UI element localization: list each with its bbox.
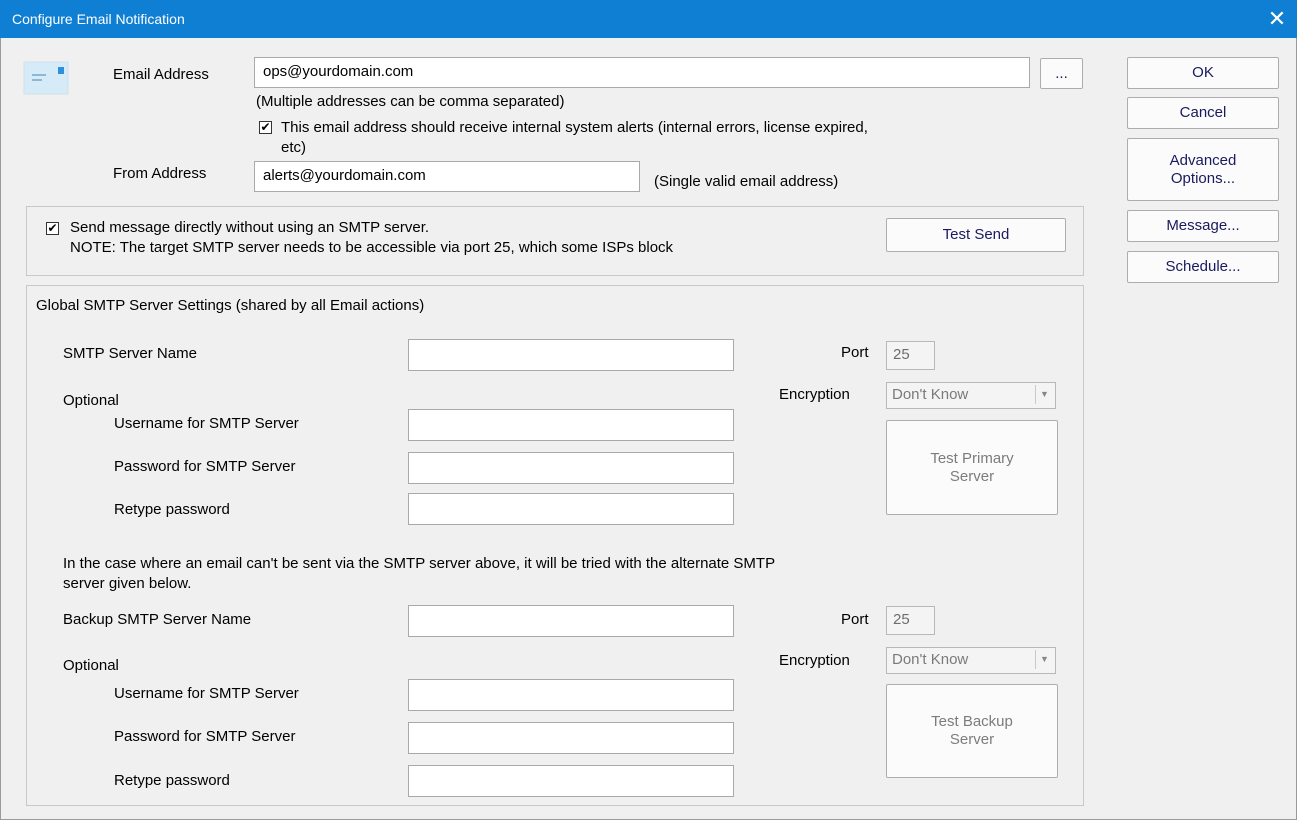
backup-port-input[interactable]: 25 bbox=[886, 606, 935, 635]
chevron-down-icon: ▼ bbox=[1035, 650, 1053, 669]
alerts-checkbox[interactable]: ✔ bbox=[259, 121, 272, 134]
email-address-label: Email Address bbox=[113, 66, 209, 83]
cancel-button[interactable]: Cancel bbox=[1127, 97, 1279, 129]
email-address-input[interactable]: ops@yourdomain.com bbox=[254, 57, 1030, 88]
envelope-icon bbox=[22, 60, 70, 96]
test-primary-server-button[interactable]: Test Primary Server bbox=[886, 420, 1058, 515]
backup-encryption-value: Don't Know bbox=[892, 651, 969, 668]
from-address-input[interactable]: alerts@yourdomain.com bbox=[254, 161, 640, 192]
direct-send-text-line2: NOTE: The target SMTP server needs to be… bbox=[70, 239, 674, 256]
primary-password-label: Password for SMTP Server bbox=[114, 458, 296, 475]
backup-port-label: Port bbox=[841, 611, 869, 628]
check-mark: ✔ bbox=[260, 120, 271, 134]
smtp-group-title: Global SMTP Server Settings (shared by a… bbox=[36, 297, 425, 314]
backup-optional-label: Optional bbox=[63, 657, 119, 674]
primary-username-input[interactable] bbox=[408, 409, 734, 441]
schedule-button[interactable]: Schedule... bbox=[1127, 251, 1279, 283]
close-icon[interactable]: ✕ bbox=[1257, 0, 1297, 38]
backup-encryption-label: Encryption bbox=[779, 652, 850, 669]
primary-password-input[interactable] bbox=[408, 452, 734, 484]
smtp-server-name-label: SMTP Server Name bbox=[63, 345, 197, 362]
backup-note-line1: In the case where an email can't be sent… bbox=[63, 555, 776, 572]
alerts-text-line2: etc) bbox=[281, 139, 307, 156]
test-primary-line2: Server bbox=[949, 467, 995, 485]
from-address-label: From Address bbox=[113, 165, 207, 182]
primary-encryption-value: Don't Know bbox=[892, 386, 969, 403]
test-send-button[interactable]: Test Send bbox=[886, 218, 1066, 252]
browse-button[interactable]: ... bbox=[1040, 58, 1083, 89]
test-backup-line1: Test Backup bbox=[931, 713, 1013, 730]
backup-server-name-label: Backup SMTP Server Name bbox=[63, 611, 252, 628]
advanced-line2: Options... bbox=[1170, 169, 1236, 187]
backup-password-label: Password for SMTP Server bbox=[114, 728, 296, 745]
email-hint: (Multiple addresses can be comma separat… bbox=[256, 93, 565, 110]
check-mark: ✔ bbox=[47, 221, 58, 235]
backup-username-label: Username for SMTP Server bbox=[114, 685, 299, 702]
backup-password-input[interactable] bbox=[408, 722, 734, 754]
primary-port-input[interactable]: 25 bbox=[886, 341, 935, 370]
advanced-line1: Advanced bbox=[1169, 151, 1237, 169]
primary-optional-label: Optional bbox=[63, 392, 119, 409]
primary-encryption-select[interactable]: Don't Know ▼ bbox=[886, 382, 1056, 409]
direct-send-checkbox[interactable]: ✔ bbox=[46, 222, 59, 235]
primary-port-label: Port bbox=[841, 344, 869, 361]
direct-send-text-line1: Send message directly without using an S… bbox=[70, 219, 430, 236]
primary-retype-input[interactable] bbox=[408, 493, 734, 525]
test-primary-line1: Test Primary bbox=[930, 449, 1014, 467]
test-backup-line2: Server bbox=[949, 731, 995, 748]
title-bar: Configure Email Notification ✕ bbox=[0, 0, 1297, 38]
backup-note-line2: server given below. bbox=[63, 575, 192, 592]
smtp-server-name-input[interactable] bbox=[408, 339, 734, 371]
primary-retype-label: Retype password bbox=[114, 501, 230, 518]
backup-retype-label: Retype password bbox=[114, 772, 230, 789]
backup-retype-input[interactable] bbox=[408, 765, 734, 797]
backup-encryption-select[interactable]: Don't Know ▼ bbox=[886, 647, 1056, 674]
primary-encryption-label: Encryption bbox=[779, 386, 850, 403]
chevron-down-icon: ▼ bbox=[1035, 385, 1053, 404]
ok-button[interactable]: OK bbox=[1127, 57, 1279, 89]
backup-username-input[interactable] bbox=[408, 679, 734, 711]
primary-username-label: Username for SMTP Server bbox=[114, 415, 299, 432]
from-address-hint: (Single valid email address) bbox=[654, 173, 839, 190]
alerts-text-line1: This email address should receive intern… bbox=[281, 119, 868, 136]
backup-server-name-input[interactable] bbox=[408, 605, 734, 637]
window-title: Configure Email Notification bbox=[12, 11, 185, 27]
message-button[interactable]: Message... bbox=[1127, 210, 1279, 242]
test-backup-server-button[interactable]: Test Backup Server bbox=[886, 684, 1058, 778]
advanced-options-button[interactable]: Advanced Options... bbox=[1127, 138, 1279, 201]
